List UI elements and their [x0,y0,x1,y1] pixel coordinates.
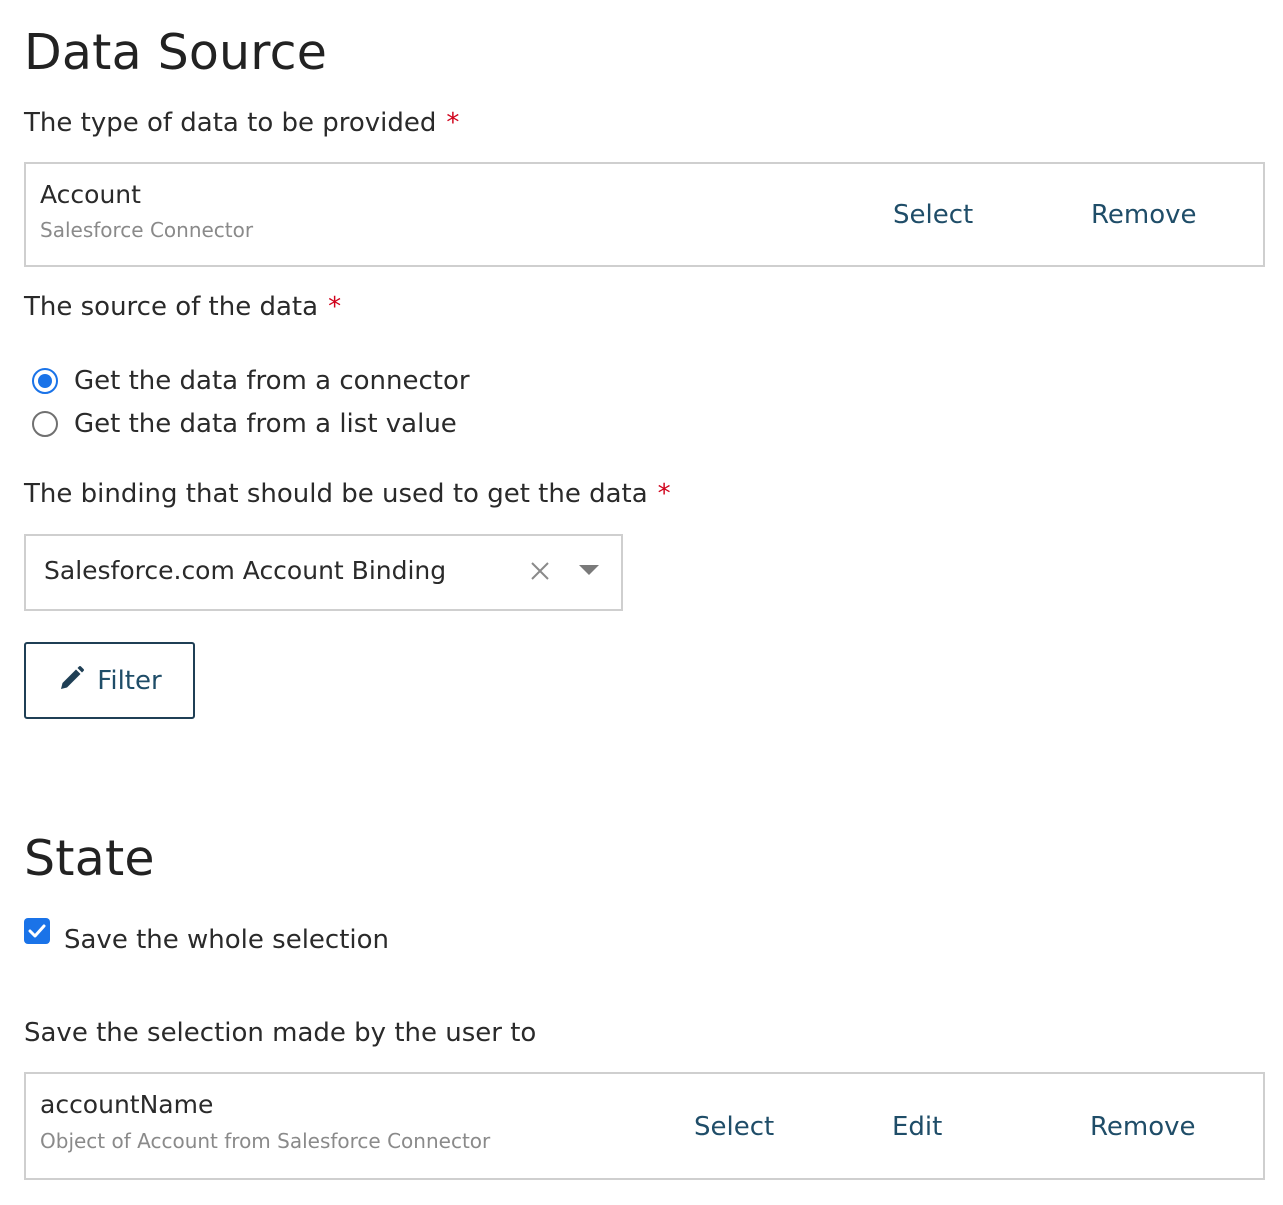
caret-down-icon[interactable] [576,558,602,584]
checkmark-icon [28,924,46,938]
save-to-variable-type: Object of Account from Salesforce Connec… [40,1129,491,1153]
data-type-name: Account [40,180,141,209]
source-option-list-value-label: Get the data from a list value [74,409,457,439]
save-to-edit-link[interactable]: Edit [892,1112,942,1142]
save-to-box: accountName Object of Account from Sales… [24,1072,1265,1180]
save-whole-checkbox[interactable] [24,918,50,944]
required-marker: * [657,479,671,509]
state-heading: State [24,830,155,887]
save-to-select-link[interactable]: Select [694,1112,774,1142]
required-marker: * [446,108,460,138]
binding-label: The binding that should be used to get t… [24,479,671,509]
save-to-variable-name: accountName [40,1090,214,1119]
filter-button-label: Filter [97,665,162,696]
data-type-remove-link[interactable]: Remove [1091,200,1197,230]
save-to-label: Save the selection made by the user to [24,1018,537,1048]
save-to-remove-link[interactable]: Remove [1090,1112,1196,1142]
type-label: The type of data to be provided * [24,108,460,138]
required-marker: * [328,292,342,322]
data-type-connector: Salesforce Connector [40,218,254,242]
radio-connector[interactable] [32,368,58,394]
close-icon[interactable] [526,554,554,588]
binding-select[interactable]: Salesforce.com Account Binding [24,534,623,611]
radio-list-value[interactable] [32,411,58,437]
data-type-select-link[interactable]: Select [893,200,973,230]
source-option-connector[interactable]: Get the data from a connector [32,366,470,396]
source-option-connector-label: Get the data from a connector [74,366,470,396]
source-option-list-value[interactable]: Get the data from a list value [32,409,457,439]
pencil-icon [57,665,85,697]
source-label: The source of the data * [24,292,342,322]
filter-button[interactable]: Filter [24,642,195,719]
data-type-box: Account Salesforce Connector Select Remo… [24,162,1265,267]
save-whole-selection[interactable]: Save the whole selection [24,916,389,955]
data-source-heading: Data Source [24,24,328,81]
save-whole-label: Save the whole selection [64,925,390,955]
binding-select-value: Salesforce.com Account Binding [44,556,447,585]
